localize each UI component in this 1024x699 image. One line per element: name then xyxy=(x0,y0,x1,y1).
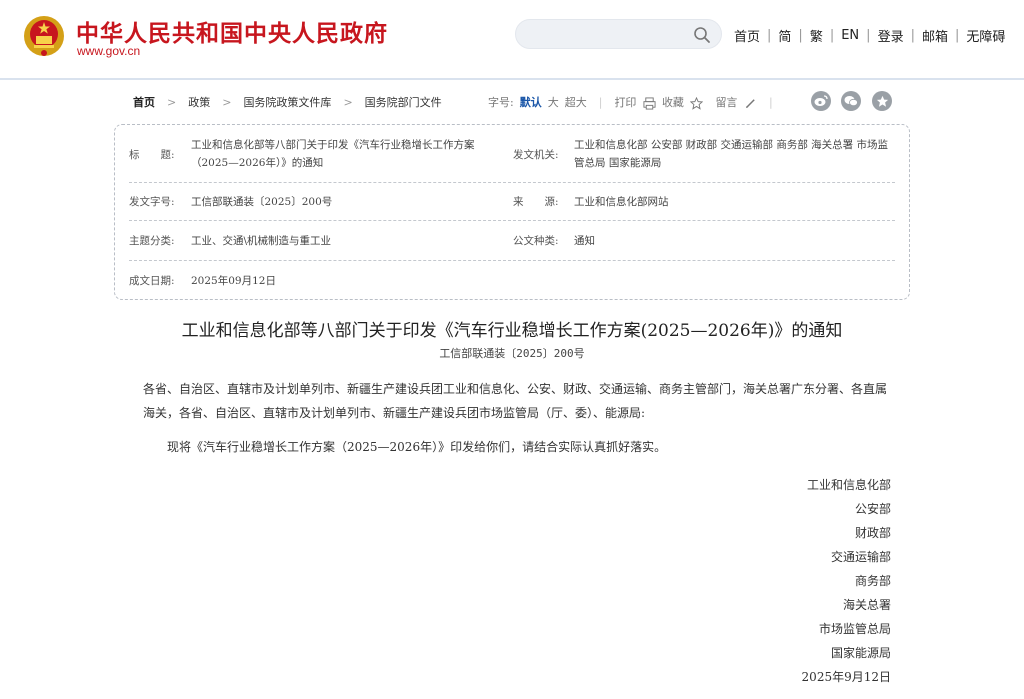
info-row-topic: 主题分类: 工业、交通\机械制造与重工业 公文种类: 通知 xyxy=(129,221,895,261)
signatories: 工业和信息化部 公安部 财政部 交通运输部 商务部 海关总署 市场监管总局 国家… xyxy=(802,473,891,689)
breadcrumb-policy-library[interactable]: 国务院政策文件库 xyxy=(243,94,331,110)
nav-separator: | xyxy=(798,28,803,43)
info-value-date: 2025年09月12日 xyxy=(191,275,276,287)
nav-traditional[interactable]: 繁 xyxy=(810,26,823,45)
nav-login[interactable]: 登录 xyxy=(878,26,904,45)
info-value-docno: 工信部联通装〔2025〕200号 xyxy=(191,196,333,208)
wechat-icon xyxy=(844,96,858,107)
signer: 财政部 xyxy=(854,526,891,540)
weibo-icon xyxy=(814,95,828,106)
article-addressees: 各省、自治区、直辖市及计划单列市、新疆生产建设兵团工业和信息化、公安、财政、交通… xyxy=(143,382,888,420)
national-emblem-icon[interactable] xyxy=(22,14,66,58)
document-info-box: 标 题: 工业和信息化部等八部门关于印发《汽车行业稳增长工作方案（2025—20… xyxy=(114,124,910,300)
tools-divider: | xyxy=(598,95,603,109)
comment-label: 留言 xyxy=(715,96,738,109)
favorite-share-button[interactable] xyxy=(872,91,892,111)
info-label-topic: 主题分类: xyxy=(129,235,175,247)
print-label: 打印 xyxy=(614,96,637,109)
info-label-docno: 发文字号: xyxy=(129,196,175,208)
info-row-docno: 发文字号: 工信部联通装〔2025〕200号 来 源: 工业和信息化部网站 xyxy=(129,183,895,221)
site-url[interactable]: www.gov.cn xyxy=(77,44,140,58)
nav-separator: | xyxy=(954,28,960,43)
weibo-share-button[interactable] xyxy=(811,91,831,111)
nav-home[interactable]: 首页 xyxy=(734,26,760,45)
info-value-topic: 工业、交通\机械制造与重工业 xyxy=(191,235,332,247)
info-label-date: 成文日期: xyxy=(129,275,175,287)
breadcrumb-department-docs[interactable]: 国务院部门文件 xyxy=(365,94,442,110)
article-title: 工业和信息化部等八部门关于印发《汽车行业稳增长工作方案(2025—2026年)》… xyxy=(181,321,843,341)
favorite-star-icon xyxy=(876,95,888,107)
favorite-label: 收藏 xyxy=(661,96,684,109)
info-label-issuer: 发文机关: xyxy=(513,149,559,161)
signer: 工业和信息化部 xyxy=(806,478,891,492)
breadcrumb-policy[interactable]: 政策 xyxy=(188,94,210,110)
article-body: 现将《汽车行业稳增长工作方案（2025—2026年）》印发给你们，请结合实际认真… xyxy=(167,440,667,454)
nav-accessibility[interactable]: 无障碍 xyxy=(966,26,1005,45)
info-label-title: 标 题: xyxy=(129,149,175,161)
nav-mailbox[interactable]: 邮箱 xyxy=(922,26,948,45)
star-icon xyxy=(690,96,704,110)
info-row-date: 成文日期: 2025年09月12日 xyxy=(129,261,895,299)
site-title[interactable]: 中华人民共和国中央人民政府 xyxy=(76,14,388,48)
info-value-type: 通知 xyxy=(574,235,595,247)
info-label-source: 来 源: xyxy=(513,196,559,208)
wechat-share-button[interactable] xyxy=(841,91,861,111)
info-value-source: 工业和信息化部网站 xyxy=(574,196,669,208)
top-navigation: 首页 | 简 | 繁 | EN | 登录 | 邮箱 | 无障碍 xyxy=(734,26,1005,45)
font-size-xlarge[interactable]: 超大 xyxy=(565,94,587,110)
article-tools: 字号: 默认 大 超大 | 打印 收藏 留言 | xyxy=(488,92,785,112)
nav-simplified[interactable]: 简 xyxy=(778,26,791,45)
sign-date: 2025年9月12日 xyxy=(801,670,891,684)
print-button[interactable]: 打印 xyxy=(614,94,656,110)
nav-separator: | xyxy=(829,28,835,43)
signer: 商务部 xyxy=(854,574,891,588)
font-size-large[interactable]: 大 xyxy=(548,94,559,110)
info-value-title: 工业和信息化部等八部门关于印发《汽车行业稳增长工作方案（2025—2026年）》… xyxy=(191,139,475,169)
signer: 国家能源局 xyxy=(830,646,891,660)
nav-separator: | xyxy=(866,28,871,43)
search-icon[interactable] xyxy=(693,26,711,44)
font-size-default[interactable]: 默认 xyxy=(520,94,542,110)
comment-button[interactable]: 留言 xyxy=(715,94,757,110)
nav-separator: | xyxy=(767,28,772,43)
search-input[interactable] xyxy=(515,19,722,49)
signer: 公安部 xyxy=(854,502,891,516)
info-value-issuer: 工业和信息化部 公安部 财政部 交通运输部 商务部 海关总署 市场监管总局 国家… xyxy=(574,139,889,169)
tools-divider: | xyxy=(768,95,773,109)
signer: 海关总署 xyxy=(842,598,891,612)
chevron-right-icon: > xyxy=(222,95,232,109)
pencil-icon xyxy=(745,98,755,108)
site-header: 中华人民共和国中央人民政府 www.gov.cn 首页 | 简 | 繁 | EN… xyxy=(0,0,1024,80)
nav-english[interactable]: EN xyxy=(841,28,859,43)
article-doc-number: 工信部联通装〔2025〕200号 xyxy=(439,347,585,360)
chevron-right-icon: > xyxy=(343,95,353,109)
chevron-right-icon: > xyxy=(167,95,177,109)
print-icon xyxy=(643,96,656,110)
font-size-label: 字号: xyxy=(488,96,514,109)
nav-separator: | xyxy=(910,28,915,43)
signer: 市场监管总局 xyxy=(818,622,891,636)
signer: 交通运输部 xyxy=(830,550,891,564)
favorite-button[interactable]: 收藏 xyxy=(662,94,704,110)
breadcrumb-home[interactable]: 首页 xyxy=(133,94,155,110)
info-label-type: 公文种类: xyxy=(513,235,559,247)
info-row-title: 标 题: 工业和信息化部等八部门关于印发《汽车行业稳增长工作方案（2025—20… xyxy=(129,129,895,183)
